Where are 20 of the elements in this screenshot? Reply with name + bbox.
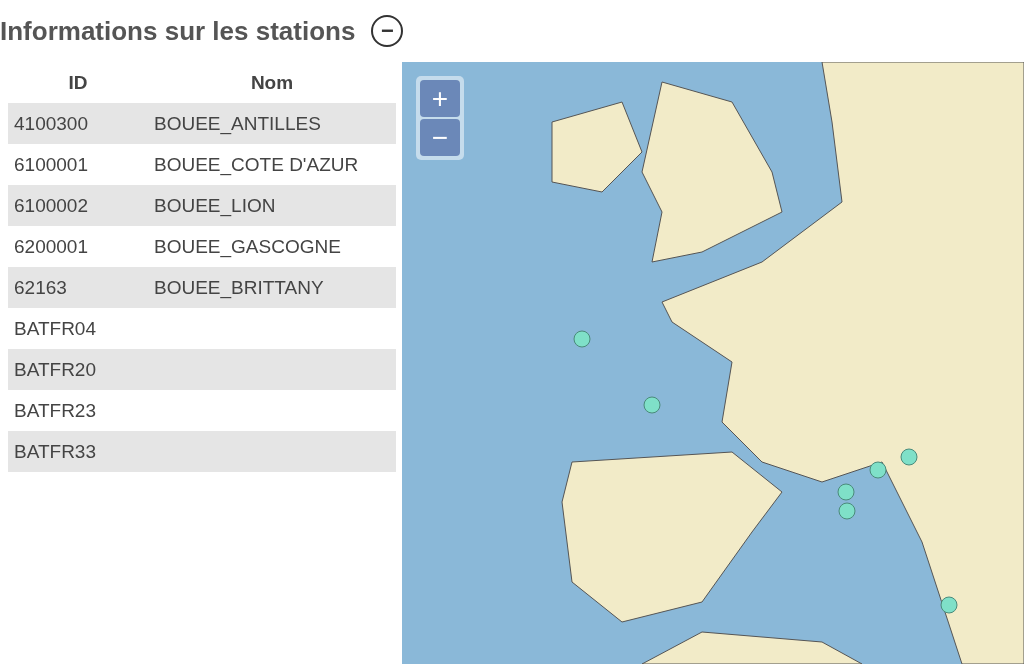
table-cell-text: BOUEE_LION — [153, 194, 277, 217]
column-header: ID — [68, 71, 88, 94]
table-cell-text: BATFR20 — [13, 358, 97, 381]
table-cell-text: BOUEE_COTE D'AZUR — [153, 153, 360, 176]
table-cell-text: BOUEE_BRITTANY — [153, 276, 325, 299]
table-cell-text: BATFR33 — [13, 440, 97, 463]
table-cell-text: BATFR23 — [13, 399, 97, 422]
table-cell-text: 62163 — [13, 276, 68, 299]
collapse-button[interactable]: − — [371, 15, 404, 47]
table-cell-text: BATFR04 — [13, 317, 97, 340]
table-cell-text: 6100001 — [13, 153, 89, 176]
table-cell-text: BOUEE_GASCOGNE — [153, 235, 342, 258]
zoom-in-button[interactable]: + — [420, 80, 460, 117]
table-cell-text: 6100002 — [13, 194, 89, 217]
table-cell-text: 6200001 — [13, 235, 89, 258]
section-title: Informations sur les stations — [0, 15, 356, 47]
table-cell-text: 4100300 — [13, 112, 89, 135]
table-cell-text: BOUEE_ANTILLES — [153, 112, 322, 135]
column-header: Nom — [250, 71, 294, 94]
zoom-out-button[interactable]: − — [420, 119, 460, 156]
